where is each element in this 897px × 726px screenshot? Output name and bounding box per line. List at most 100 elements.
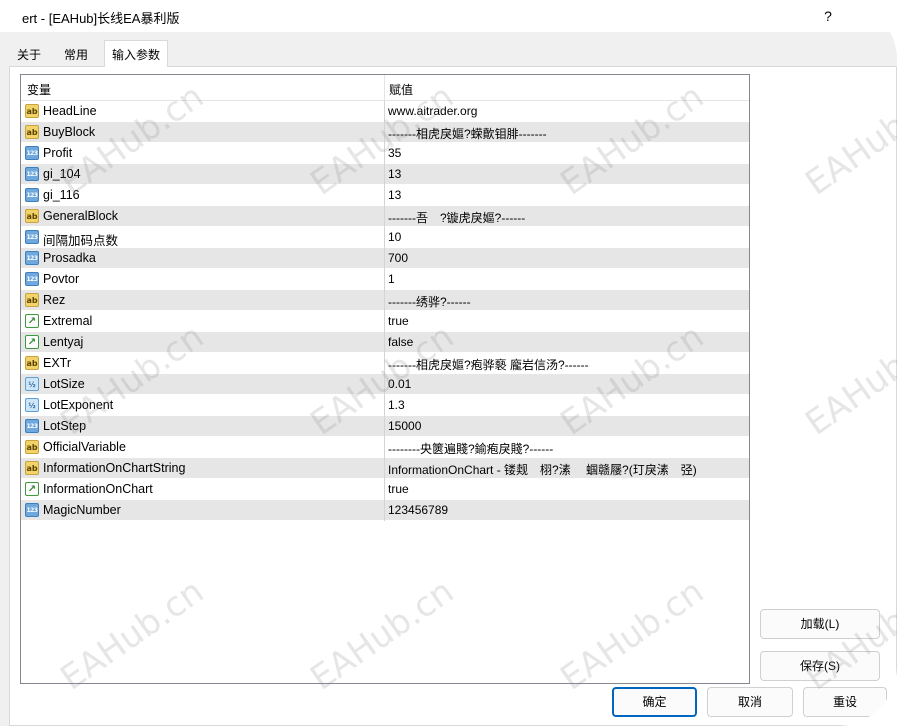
variable-value[interactable]: --------央篋遍賤?鍮疱戾賤?------ [388,440,553,457]
string-icon: ab [25,356,39,370]
variable-name: EXTr [43,356,72,370]
column-header-variable[interactable]: 变量 [27,81,51,98]
ok-button[interactable]: 确定 [612,687,697,717]
variable-value[interactable]: 700 [388,251,408,265]
string-icon: ab [25,125,39,139]
title-bar: ert - [EAHub]长线EA暴利版 ? [0,0,897,32]
variable-name: LotStep [43,419,87,433]
variable-value[interactable]: InformationOnChart - 镂觌 栩?溸 蝈赣屦?(玎戾溸 弪) [388,461,697,478]
variable-value[interactable]: false [388,335,413,349]
table-row[interactable]: ↗ Lentyaj false [21,332,749,353]
variable-name: gi_116 [43,188,80,202]
variable-value[interactable]: -------绣骅?------ [388,293,471,310]
boolean-icon: ↗ [25,482,39,496]
variable-name: MagicNumber [43,503,121,517]
boolean-icon: ↗ [25,314,39,328]
variable-value[interactable]: 123456789 [388,503,448,517]
reset-button[interactable]: 重设 [803,687,887,717]
variable-value[interactable]: 0.01 [388,377,411,391]
boolean-icon: ↗ [25,335,39,349]
table-row[interactable]: ½ LotSize 0.01 [21,374,749,395]
cell-divider [384,290,385,311]
variable-value[interactable]: 1.3 [388,398,405,412]
cell-divider [384,374,385,395]
tab-common[interactable]: 常用 [57,42,95,66]
cancel-button[interactable]: 取消 [707,687,793,717]
table-row[interactable]: 123 Profit 35 [21,143,749,164]
string-icon: ab [25,461,39,475]
variable-value[interactable]: 13 [388,167,401,181]
save-button[interactable]: 保存(S) [760,651,880,681]
grid-rows: ab HeadLine www.aitrader.org ab BuyBlock ----… [21,101,749,521]
cell-divider [384,101,385,122]
cell-divider [384,332,385,353]
table-row[interactable]: ab EXTr -------相虎戾嫗?疱骅褻 龐岩信汤?------ [21,353,749,374]
table-row[interactable]: ab InformationOnChartString InformationOnC… [21,458,749,479]
tab-about[interactable]: 关于 [10,42,48,66]
table-row[interactable]: ab OfficialVariable --------央篋遍賤?鍮疱戾賤?----… [21,437,749,458]
string-icon: ab [25,104,39,118]
grid-header: 变量 赋值 [21,75,749,101]
table-row[interactable]: 123 gi_116 13 [21,185,749,206]
help-button[interactable]: ? [820,6,836,26]
variable-value[interactable]: -------相虎戾嫗?疱骅褻 龐岩信汤?------ [388,356,589,373]
variable-value[interactable]: 35 [388,146,401,160]
dialog-window: ert - [EAHub]长线EA暴利版 ? 关于 常用 输入参数 变量 赋值 … [0,0,897,726]
variable-value[interactable]: 13 [388,188,401,202]
variable-name: Prosadka [43,251,96,265]
tab-inputs[interactable]: 输入参数 [104,40,169,67]
variable-value[interactable]: www.aitrader.org [388,104,477,118]
cell-divider [384,458,385,479]
integer-icon: 123 [25,230,39,244]
integer-icon: 123 [25,146,39,160]
cell-divider [384,164,385,185]
variable-name: Extremal [43,314,93,328]
variable-name: gi_104 [43,167,81,181]
table-row[interactable]: 123 Povtor 1 [21,269,749,290]
integer-icon: 123 [25,503,39,517]
cell-divider [384,206,385,227]
integer-icon: 123 [25,272,39,286]
cell-divider [384,416,385,437]
cell-divider [384,311,385,332]
integer-icon: 123 [25,188,39,202]
tab-strip: 关于 常用 输入参数 [0,40,897,67]
variable-value[interactable]: 15000 [388,419,421,433]
variable-name: LotExponent [43,398,114,412]
variable-value[interactable]: true [388,314,409,328]
table-row[interactable]: 123 LotStep 15000 [21,416,749,437]
cell-divider [384,437,385,458]
table-row[interactable]: 123 MagicNumber 123456789 [21,500,749,521]
cell-divider [384,500,385,521]
load-button[interactable]: 加载(L) [760,609,880,639]
variable-value[interactable]: -------相虎戾嫗?蝾歕钼腓------- [388,125,547,142]
table-row[interactable]: ab HeadLine www.aitrader.org [21,101,749,122]
parameters-grid[interactable]: 变量 赋值 ab HeadLine www.aitrader.org ab BuyBlo… [20,74,750,684]
table-row[interactable]: ab BuyBlock -------相虎戾嫗?蝾歕钼腓------- [21,122,749,143]
cell-divider [384,185,385,206]
table-row[interactable]: 123 gi_104 13 [21,164,749,185]
integer-icon: 123 [25,251,39,265]
variable-value[interactable]: -------吾 ?镟虎戾嫗?------ [388,209,525,226]
table-row[interactable]: ↗ Extremal true [21,311,749,332]
variable-value[interactable]: true [388,482,409,496]
string-icon: ab [25,440,39,454]
table-row[interactable]: ab Rez -------绣骅?------ [21,290,749,311]
table-row[interactable]: ↗ InformationOnChart true [21,479,749,500]
variable-name: LotSize [43,377,85,391]
table-row[interactable]: 123 Prosadka 700 [21,248,749,269]
column-divider[interactable] [384,75,385,101]
column-header-value[interactable]: 赋值 [389,81,413,98]
variable-value[interactable]: 10 [388,230,401,244]
variable-name: HeadLine [43,104,97,118]
table-row[interactable]: ab GeneralBlock -------吾 ?镟虎戾嫗?------ [21,206,749,227]
cell-divider [384,479,385,500]
string-icon: ab [25,209,39,223]
table-row[interactable]: 123 间隔加码点数 10 [21,227,749,248]
double-icon: ½ [25,398,39,412]
cell-divider [384,395,385,416]
table-row[interactable]: ½ LotExponent 1.3 [21,395,749,416]
variable-name: BuyBlock [43,125,96,139]
variable-value[interactable]: 1 [388,272,395,286]
string-icon: ab [25,293,39,307]
